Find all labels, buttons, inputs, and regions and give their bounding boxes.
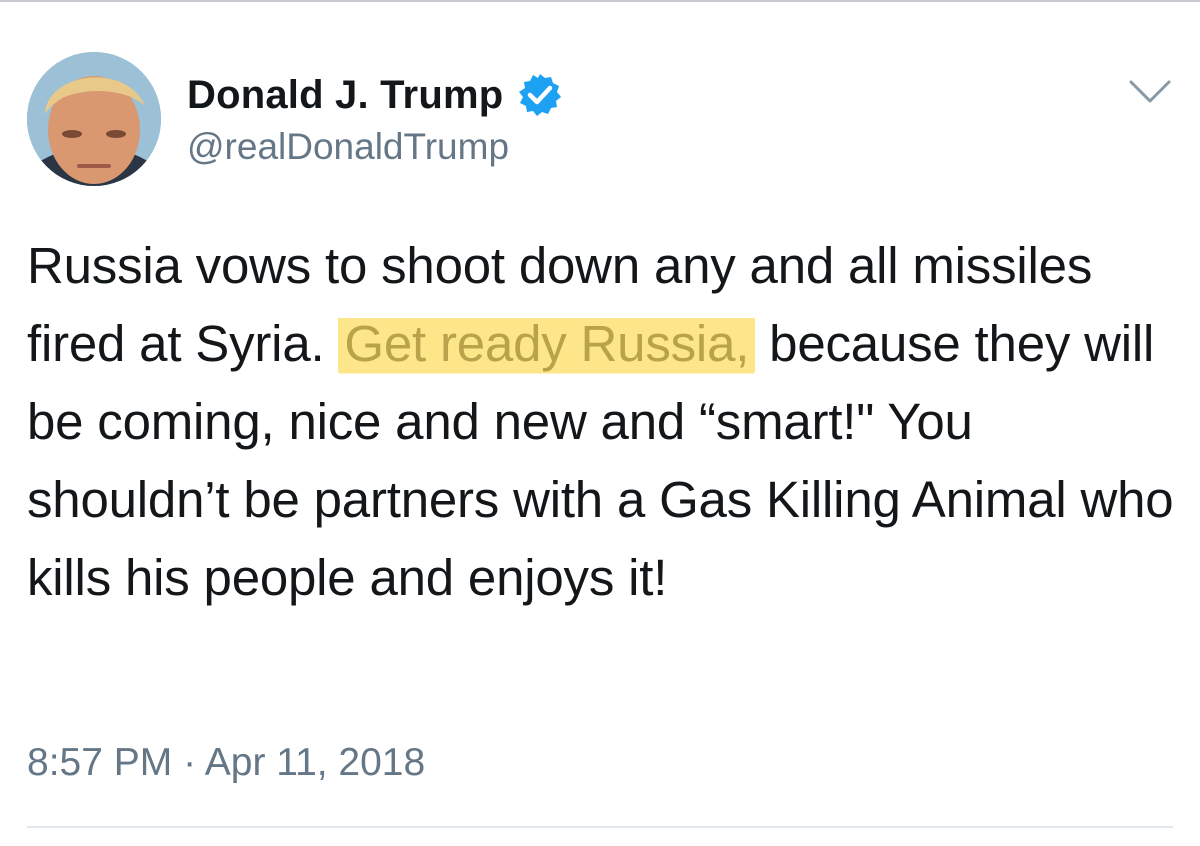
author-handle[interactable]: @realDonaldTrump (187, 125, 509, 169)
tweet-timestamp[interactable]: 8:57 PM · Apr 11, 2018 (27, 740, 425, 786)
avatar-portrait-image (27, 52, 161, 186)
bottom-divider (27, 826, 1173, 828)
chevron-down-icon (1129, 80, 1171, 103)
avatar[interactable] (27, 52, 161, 186)
tweet-menu-button[interactable] (1122, 72, 1178, 112)
verified-badge-icon (519, 74, 561, 116)
tweet-card: Donald J. Trump @realDonaldTrump Russia … (0, 0, 1200, 846)
author-display-name[interactable]: Donald J. Trump (187, 72, 503, 118)
tweet-text: Russia vows to shoot down any and all mi… (27, 227, 1187, 617)
highlighted-text: Get ready Russia, (338, 313, 756, 376)
